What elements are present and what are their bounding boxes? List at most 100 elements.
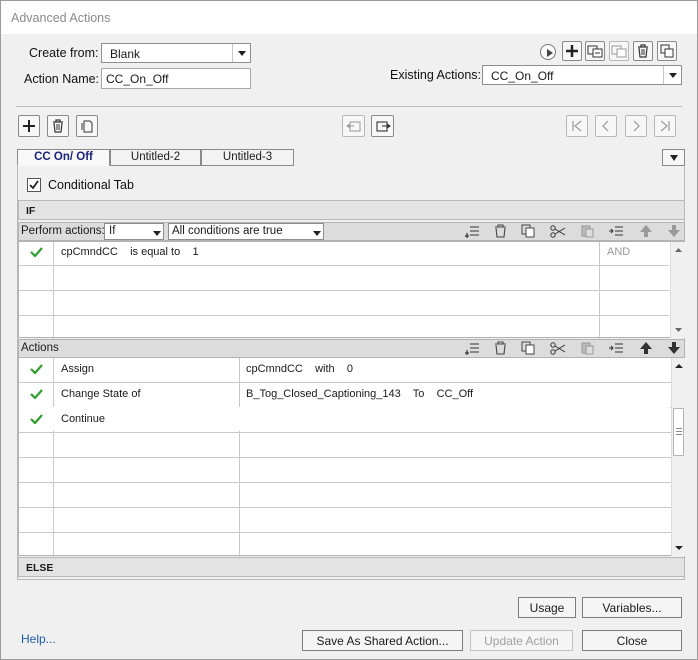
existing-actions-label: Existing Actions:	[390, 68, 482, 82]
arrow-up-icon[interactable]	[638, 224, 654, 238]
move-left-icon	[345, 121, 360, 132]
tab-untitled-2[interactable]: Untitled-2	[110, 149, 201, 166]
delete-tab-button[interactable]	[47, 115, 69, 137]
new-action-button[interactable]	[562, 41, 582, 61]
checkmark-icon[interactable]	[30, 364, 43, 374]
conditional-tab-label: Conditional Tab	[48, 178, 134, 192]
chevron-left-icon	[602, 120, 609, 132]
perform-type-value: If	[109, 225, 116, 237]
scissors-icon[interactable]	[550, 224, 566, 238]
plus-icon	[566, 45, 578, 57]
add-tab-button[interactable]	[18, 115, 40, 137]
conditions-mode-value: All conditions are true	[172, 225, 283, 237]
chevron-down-icon	[232, 44, 250, 62]
duplicate-icon	[81, 120, 93, 133]
title-bar: Advanced Actions	[0, 0, 698, 34]
checkmark-icon[interactable]	[30, 389, 43, 399]
chevron-down-icon	[663, 66, 681, 84]
save-as-shared-action-button[interactable]: Save As Shared Action...	[302, 630, 463, 651]
create-from-label: Create from:	[29, 46, 99, 60]
action-name-input[interactable]: CC_On_Off	[101, 68, 251, 89]
actions-grid	[18, 357, 685, 557]
save-action-button[interactable]	[585, 41, 605, 61]
checkmark-icon	[29, 180, 39, 190]
tab-cc-on-off[interactable]: CC On/ Off	[17, 149, 110, 166]
arrow-up-icon[interactable]	[638, 341, 654, 355]
import-icon	[611, 45, 627, 58]
chevron-down-icon	[308, 224, 323, 239]
scroll-thumb[interactable]	[673, 408, 684, 456]
create-from-value: Blank	[110, 47, 141, 61]
conditional-tab-checkbox[interactable]	[27, 178, 41, 192]
variables-button[interactable]: Variables...	[582, 597, 682, 618]
arrow-down-icon[interactable]	[666, 341, 682, 355]
scroll-up-icon	[675, 248, 682, 252]
scroll-down-icon	[675, 546, 683, 550]
window-title: Advanced Actions	[11, 11, 111, 25]
checkmark-icon[interactable]	[30, 247, 43, 257]
actions-scrollbar[interactable]	[671, 358, 685, 556]
move-tab-right-button[interactable]	[371, 115, 394, 137]
move-tab-left-button[interactable]	[342, 115, 365, 137]
tab-list-button[interactable]	[662, 149, 685, 166]
save-icon	[587, 45, 603, 58]
insert-below-icon[interactable]	[608, 224, 624, 238]
condition-operator[interactable]: AND	[607, 246, 630, 258]
arrow-down-icon[interactable]	[666, 224, 682, 238]
duplicate-tab-button[interactable]	[76, 115, 98, 137]
insert-row-icon[interactable]	[464, 341, 480, 355]
divider	[16, 106, 682, 107]
first-tab-button[interactable]	[566, 115, 588, 137]
duplicate-icon	[660, 44, 674, 58]
condition-scrollbar[interactable]	[670, 242, 685, 338]
preview-play-icon[interactable]	[540, 44, 556, 60]
scroll-down-icon	[675, 328, 682, 332]
trash-icon	[638, 44, 648, 58]
previous-tab-button[interactable]	[595, 115, 617, 137]
else-section-header[interactable]: ELSE	[18, 557, 685, 577]
checkmark-icon[interactable]	[30, 414, 43, 424]
copy-icon[interactable]	[521, 224, 537, 238]
import-action-button[interactable]	[609, 41, 629, 61]
last-tab-button[interactable]	[654, 115, 676, 137]
trash-icon[interactable]	[493, 224, 509, 238]
move-right-icon	[376, 121, 391, 132]
perform-type-dropdown[interactable]: If	[104, 223, 164, 240]
insert-below-icon[interactable]	[608, 341, 624, 355]
scissors-icon[interactable]	[550, 341, 566, 355]
trash-icon[interactable]	[493, 341, 509, 355]
action-name-cell[interactable]: Assign	[61, 363, 94, 375]
copy-icon[interactable]	[521, 341, 537, 355]
action-target-cell[interactable]: B_Tog_Closed_Captioning_143 To CC_Off	[246, 388, 473, 400]
selected-row	[19, 407, 670, 431]
create-from-dropdown[interactable]: Blank	[101, 43, 251, 63]
action-target-cell[interactable]: cpCmndCC with 0	[246, 363, 353, 375]
condition-expression[interactable]: cpCmndCC is equal to 1	[61, 246, 199, 258]
conditions-mode-dropdown[interactable]: All conditions are true	[168, 223, 324, 240]
help-link[interactable]: Help...	[21, 632, 56, 646]
trash-icon	[53, 119, 63, 133]
action-name-cell[interactable]: Continue	[61, 413, 105, 425]
update-action-button[interactable]: Update Action	[470, 630, 573, 651]
plus-icon	[23, 120, 35, 132]
action-name-cell[interactable]: Change State of	[61, 388, 141, 400]
close-button[interactable]: Close	[582, 630, 682, 651]
next-tab-button[interactable]	[625, 115, 647, 137]
if-section-header: IF	[18, 200, 685, 220]
delete-action-button[interactable]	[633, 41, 653, 61]
existing-actions-dropdown[interactable]: CC_On_Off	[482, 65, 682, 85]
insert-row-icon[interactable]	[464, 224, 480, 238]
duplicate-action-button[interactable]	[657, 41, 677, 61]
paste-icon[interactable]	[580, 341, 596, 355]
action-name-label: Action Name:	[24, 72, 100, 86]
actions-header: Actions	[21, 342, 59, 354]
tab-untitled-3[interactable]: Untitled-3	[201, 149, 294, 166]
chevron-down-icon	[669, 154, 678, 161]
chevron-right-icon	[633, 120, 640, 132]
paste-icon[interactable]	[580, 224, 596, 238]
usage-button[interactable]: Usage	[518, 597, 576, 618]
perform-actions-label: Perform actions:	[21, 225, 105, 237]
existing-actions-value: CC_On_Off	[491, 69, 554, 83]
skip-last-icon	[660, 120, 670, 132]
skip-first-icon	[572, 120, 582, 132]
